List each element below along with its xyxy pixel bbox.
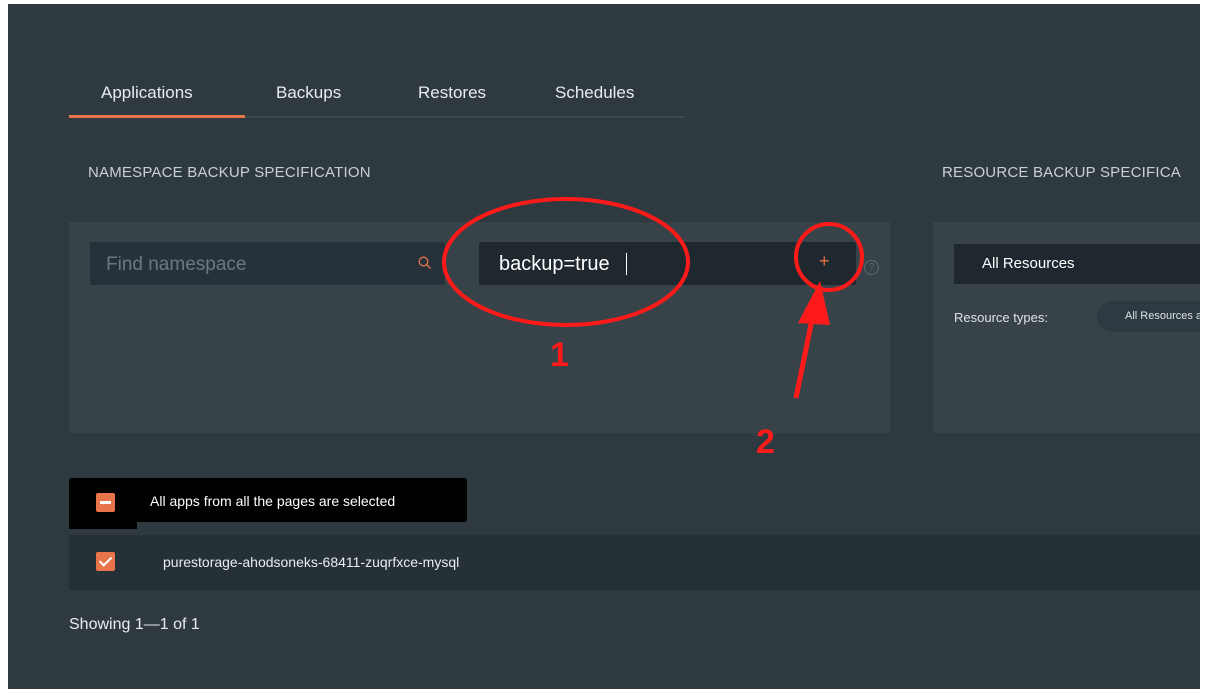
annotation-overlay [442,197,864,399]
highlight-ellipse-label-input [442,197,690,327]
highlight-circle-plus [794,222,864,292]
annotation-step-2: 2 [756,423,775,461]
annotation-step-1: 1 [550,336,569,374]
